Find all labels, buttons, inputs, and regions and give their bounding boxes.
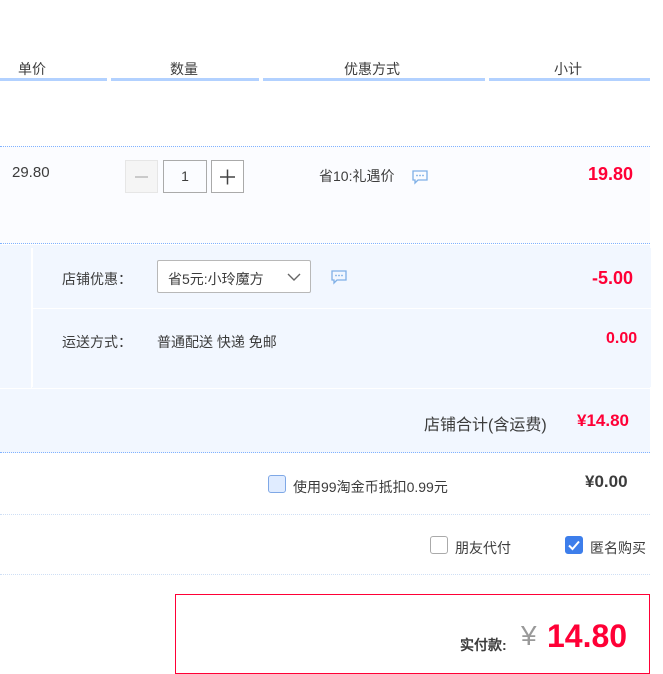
shop-discount-amount: -5.00	[592, 268, 634, 288]
shop-total-value: ¥14.80	[577, 411, 629, 430]
header-unit-price: 单价	[18, 61, 46, 77]
item-row	[0, 146, 650, 244]
message-icon[interactable]	[411, 169, 429, 185]
shipping-method: 普通配送 快递 免邮	[157, 334, 277, 350]
table-header: 单价 数量 优惠方式 小计	[0, 0, 663, 82]
shop-discount-selected: 省5元:小玲魔方	[168, 271, 264, 287]
item-unit-price: 29.80	[12, 164, 50, 181]
header-underline	[489, 78, 650, 81]
payment-amount: 14.80	[547, 618, 628, 654]
anonymous-label-wrap: 匿名购买	[590, 538, 650, 558]
shipping-label: 运送方式：	[62, 334, 132, 350]
shop-total-label: 店铺合计(含运费)	[424, 417, 547, 434]
quantity-input[interactable]: 1	[163, 160, 207, 193]
shipping-cost: 0.00	[606, 330, 638, 347]
shop-divider	[0, 388, 650, 389]
anonymous-label: 匿名购买	[590, 540, 646, 556]
item-subtotal: 19.80	[588, 164, 634, 184]
header-underline	[263, 78, 485, 81]
message-icon[interactable]	[330, 269, 348, 285]
quantity-increase-button[interactable]	[211, 160, 244, 193]
minus-icon	[135, 176, 148, 178]
friend-pay-label: 朋友代付	[455, 540, 511, 556]
coins-checkbox[interactable]	[268, 475, 286, 493]
header-underline	[0, 78, 107, 81]
plus-icon	[220, 169, 235, 185]
divider	[0, 514, 650, 515]
shop-left-strip	[0, 248, 32, 388]
coins-value: ¥0.00	[585, 472, 628, 491]
shop-discount-label: 店铺优惠：	[62, 271, 132, 287]
coins-label: 使用99淘金币抵扣0.99元	[293, 479, 448, 495]
header-underline	[111, 78, 259, 81]
chevron-down-icon	[287, 273, 301, 281]
shop-discount-select[interactable]: 省5元:小玲魔方	[157, 260, 311, 293]
divider	[0, 574, 650, 575]
payment-label: 实付款:	[460, 637, 507, 653]
header-subtotal: 小计	[554, 61, 582, 77]
check-icon	[568, 540, 580, 551]
item-discount-text: 省10:礼遇价	[319, 168, 395, 184]
header-quantity: 数量	[170, 61, 198, 77]
quantity-decrease-button[interactable]	[125, 160, 158, 193]
header-discount: 优惠方式	[344, 61, 400, 77]
payment-currency: ¥	[521, 620, 537, 651]
friend-pay-checkbox[interactable]	[430, 536, 448, 554]
anonymous-checkbox[interactable]	[565, 536, 583, 554]
